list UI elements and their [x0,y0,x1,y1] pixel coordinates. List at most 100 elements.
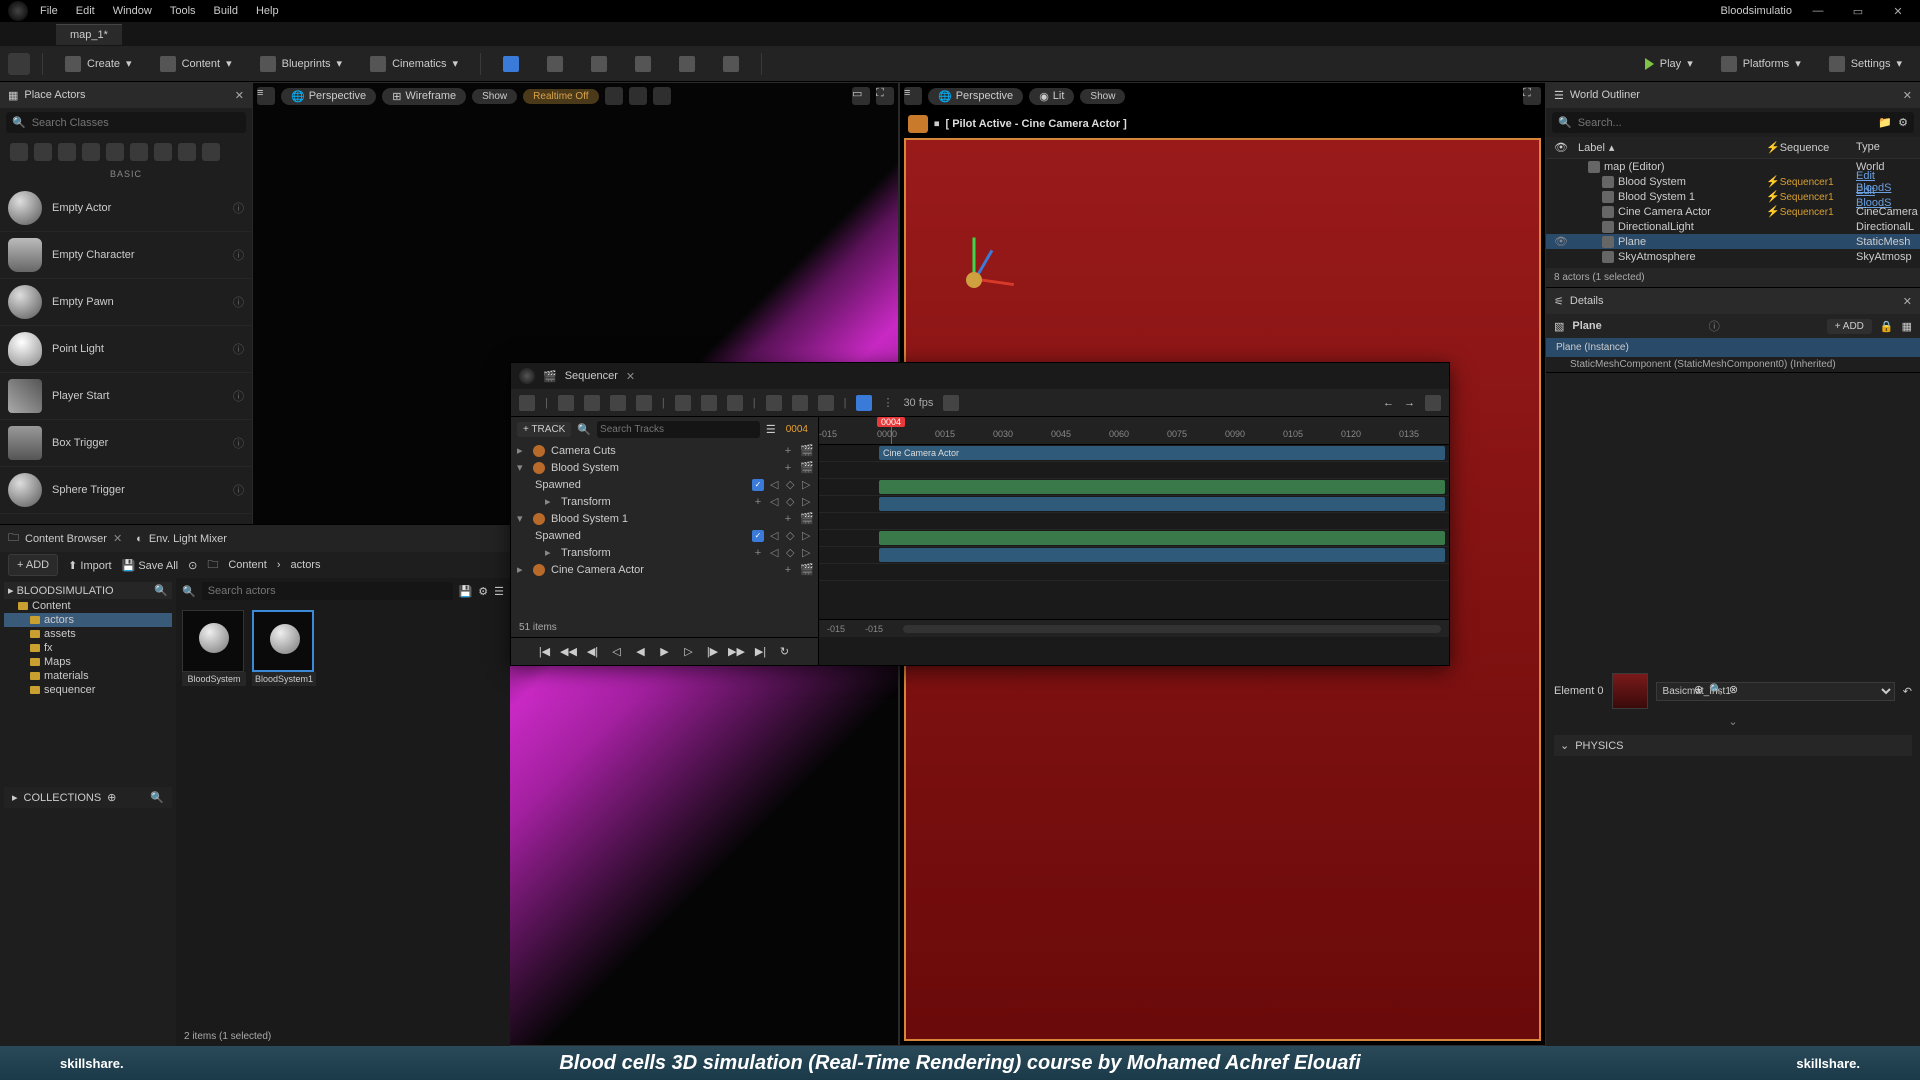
add-key-icon[interactable]: ◇ [786,478,796,491]
checkbox[interactable]: ✓ [752,530,764,542]
misc-icon[interactable] [202,143,220,161]
add-key-icon[interactable]: ◇ [786,546,796,559]
tree-item[interactable]: fx [4,641,172,655]
gizmo-origin[interactable] [966,272,982,288]
fracture-button[interactable] [669,52,705,76]
content-search[interactable] [202,582,453,600]
save-icon[interactable] [558,395,574,411]
place-actors-search[interactable] [32,117,240,129]
nav-fwd-icon[interactable]: → [1404,397,1415,409]
breadcrumb-icon[interactable] [1425,395,1441,411]
vp-perspective[interactable]: 🌐Perspective [281,88,376,105]
use-icon[interactable]: ⊕ [1694,683,1703,696]
step-fwd-icon[interactable]: ▶▶ [730,645,744,659]
key-icon[interactable] [675,395,691,411]
transform-clip[interactable] [879,497,1445,511]
all-icon[interactable] [178,143,196,161]
add-component-button[interactable]: + ADD [1827,319,1872,334]
help-icon[interactable]: ⓘ [1709,318,1720,334]
close-icon[interactable]: ✕ [113,532,122,545]
info-icon[interactable]: ⓘ [233,388,244,404]
sequence-ref[interactable]: ⚡Sequencer1 [1766,175,1856,188]
content-button[interactable]: Content▾ [150,52,242,76]
tree-item[interactable]: actors [4,613,172,627]
range-start[interactable]: -015 [827,624,845,634]
curves-icon[interactable] [943,395,959,411]
tree-item[interactable]: Maps [4,655,172,669]
next-key-icon[interactable]: ▷ [802,546,812,559]
track-property[interactable]: ▸Transform+◁◇▷ [511,493,818,510]
track-property[interactable]: Spawned✓◁◇▷ [511,476,818,493]
reset-icon[interactable]: ⊗ [1729,683,1738,696]
level-tab[interactable]: map_1* [56,24,122,45]
spawned-clip[interactable] [879,480,1445,494]
track-property[interactable]: ▸Transform+◁◇▷ [511,544,818,561]
add-icon[interactable]: + [752,547,764,559]
prev-key-icon[interactable]: ◁ [770,546,780,559]
prev-key-icon[interactable]: ◀| [586,645,600,659]
vp-show[interactable]: Show [472,89,517,104]
close-icon[interactable]: ✕ [1903,295,1912,308]
menu-file[interactable]: File [40,5,58,17]
vp-perspective[interactable]: 🌐Perspective [928,88,1023,105]
foliage-button[interactable] [581,52,617,76]
cb-add-button[interactable]: + ADD [8,554,58,576]
expand-icon[interactable]: ▸ [517,563,527,576]
mesh-paint-button[interactable] [625,52,661,76]
place-actor-item[interactable]: Empty Characterⓘ [0,232,252,279]
camera-icon[interactable] [610,395,626,411]
outliner-row[interactable]: Blood System 1⚡Sequencer1Edit BloodS [1546,189,1920,204]
window-close-button[interactable]: ✕ [1884,5,1912,18]
transform-clip[interactable] [879,548,1445,562]
camera-cut-clip[interactable]: Cine Camera Actor [879,446,1445,460]
prev-key-icon[interactable]: ◁ [770,529,780,542]
place-actor-item[interactable]: Player Startⓘ [0,373,252,420]
loop-icon[interactable]: ↻ [778,645,792,659]
next-key-icon[interactable]: ▷ [802,495,812,508]
label-col[interactable]: Label▴ [1578,141,1766,154]
place-actor-item[interactable]: Empty Pawnⓘ [0,279,252,326]
prev-key-icon[interactable]: ◁ [770,495,780,508]
track-group[interactable]: ▾Blood System+🎬 [511,459,818,476]
play-button[interactable]: Play▾ [1635,53,1703,74]
info-icon[interactable]: ⓘ [233,200,244,216]
timeline-scrollbar[interactable] [903,625,1441,633]
browse-icon[interactable]: ▦ [1902,320,1912,333]
brush-edit-button[interactable] [713,52,749,76]
basic-icon[interactable] [34,143,52,161]
menu-help[interactable]: Help [256,5,279,17]
info-icon[interactable]: ⓘ [233,294,244,310]
tree-item[interactable]: sequencer [4,683,172,697]
sequence-col[interactable]: ⚡Sequence [1766,141,1856,154]
visual-icon[interactable] [130,143,148,161]
settings-button[interactable]: Settings▾ [1819,52,1912,76]
info-icon[interactable]: ⓘ [233,341,244,357]
more-icon[interactable]: 🎬 [800,563,812,576]
vp-expand-icon[interactable]: ⛶ [1523,87,1541,105]
snap-icon[interactable] [766,395,782,411]
search-icon[interactable]: 🔍 [154,584,168,597]
prev-frame-icon[interactable]: ◁ [610,645,624,659]
vp-menu-icon[interactable]: ≡ [904,87,922,105]
menu-edit[interactable]: Edit [76,5,95,17]
magnet-icon[interactable] [856,395,872,411]
play-forward-icon[interactable]: ▶ [658,645,672,659]
transform-gizmo[interactable] [946,230,1036,320]
track-group[interactable]: ▸Cine Camera Actor+🎬 [511,561,818,578]
collections-section[interactable]: ▸COLLECTIONS⊕ 🔍 [4,787,172,808]
vp-expand-icon[interactable]: ⛶ [876,87,894,105]
menu-tools[interactable]: Tools [170,5,196,17]
next-key-icon[interactable]: ▷ [802,478,812,491]
create-button[interactable]: Create▾ [55,52,142,76]
info-icon[interactable]: ⓘ [233,247,244,263]
vp-translate-icon[interactable] [629,87,647,105]
place-actor-item[interactable]: Point Lightⓘ [0,326,252,373]
vp-show[interactable]: Show [1080,89,1125,104]
root-component[interactable]: Plane (Instance) [1546,338,1920,357]
asset-item[interactable]: BloodSystem1 [252,610,316,686]
cinematics-button[interactable]: Cinematics▾ [360,52,468,76]
sequence-ref[interactable]: ⚡Sequencer1 [1766,190,1856,203]
content-browser-tab[interactable]: 🗀Content Browser✕ [8,529,122,548]
sequence-ref[interactable]: ⚡Sequencer1 [1766,205,1856,218]
path-content[interactable]: Content [228,559,267,571]
